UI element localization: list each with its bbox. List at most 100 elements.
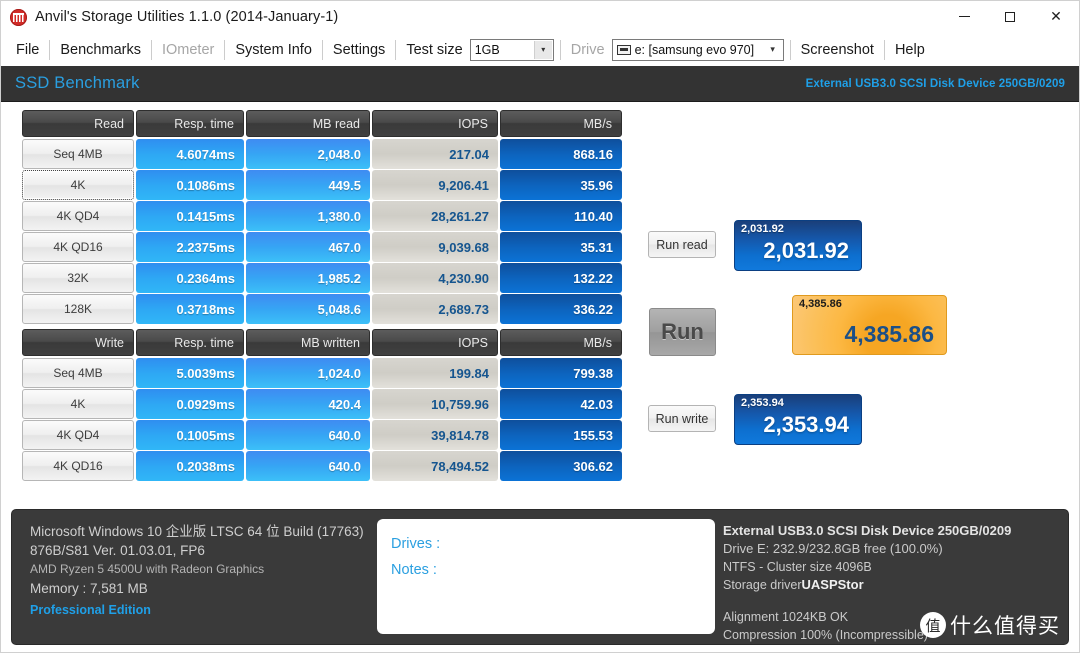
menu-divider <box>883 39 885 60</box>
read-score-small: 2,031.92 <box>741 223 784 235</box>
run-button[interactable]: Run <box>649 308 716 356</box>
write-row-mbs-3: 306.62 <box>500 451 622 481</box>
write-header-mbs: MB/s <box>500 329 622 356</box>
close-icon: ✕ <box>1050 8 1062 25</box>
read-row-mbs-0: 868.16 <box>500 139 622 169</box>
drive-select[interactable]: e: [samsung evo 970] ▾ <box>611 38 784 61</box>
menu-item-benchmarks[interactable]: Benchmarks <box>51 39 150 61</box>
read-row-label-5[interactable]: 128K <box>22 294 134 324</box>
menu-item-screenshot[interactable]: Screenshot <box>792 39 883 61</box>
table-row: 4K QD4 0.1415ms 1,380.0 28,261.27 110.40 <box>22 201 622 231</box>
read-row-label-4[interactable]: 32K <box>22 263 134 293</box>
read-header-mbs: MB/s <box>500 110 622 137</box>
menu-divider <box>789 39 791 60</box>
table-row: 4K 0.1086ms 449.5 9,206.41 35.96 <box>22 170 622 200</box>
write-row-iops-3: 78,494.52 <box>372 451 498 481</box>
benchmark-header-bar: SSD Benchmark External USB3.0 SCSI Disk … <box>1 66 1079 101</box>
storage-driver-value: UASPStor <box>801 577 864 592</box>
read-header-iops: IOPS <box>372 110 498 137</box>
table-row: 4K QD16 2.2375ms 467.0 9,039.68 35.31 <box>22 232 622 262</box>
test-size-value: 1GB <box>474 42 500 57</box>
write-row-label-1[interactable]: 4K <box>22 389 134 419</box>
anvil-app-icon <box>10 8 27 26</box>
table-row: 4K 0.0929ms 420.4 10,759.96 42.03 <box>22 389 622 419</box>
menu-item-file[interactable]: File <box>7 39 48 61</box>
drive-value: e: [samsung evo 970] <box>634 42 755 57</box>
read-row-mb-2: 1,380.0 <box>246 201 370 231</box>
chevron-down-icon[interactable]: ▾ <box>533 40 552 59</box>
read-row-resp-0: 4.6074ms <box>136 139 244 169</box>
read-row-iops-5: 2,689.73 <box>372 294 498 324</box>
write-row-mbs-0: 799.38 <box>500 358 622 388</box>
write-results-table: Write Resp. time MB written IOPS MB/s Se… <box>22 329 622 482</box>
drive-info-filesystem: NTFS - Cluster size 4096B <box>723 560 872 574</box>
write-row-iops-0: 199.84 <box>372 358 498 388</box>
table-row: Seq 4MB 4.6074ms 2,048.0 217.04 868.16 <box>22 139 622 169</box>
close-button[interactable]: ✕ <box>1033 1 1079 32</box>
drive-label: Drive <box>570 41 605 58</box>
maximize-button[interactable] <box>987 1 1033 32</box>
read-results-table: Read Resp. time MB read IOPS MB/s Seq 4M… <box>22 110 622 325</box>
table-row: 4K QD4 0.1005ms 640.0 39,814.78 155.53 <box>22 420 622 450</box>
read-row-iops-0: 217.04 <box>372 139 498 169</box>
window-controls: ✕ <box>941 1 1079 32</box>
table-row: 32K 0.2364ms 1,985.2 4,230.90 132.22 <box>22 263 622 293</box>
chevron-down-icon[interactable]: ▾ <box>764 41 782 59</box>
total-score-value: 4,385.86 <box>844 321 934 347</box>
read-header-category: Read <box>22 110 134 137</box>
write-row-mb-3: 640.0 <box>246 451 370 481</box>
read-row-resp-3: 2.2375ms <box>136 232 244 262</box>
write-table-header-row: Write Resp. time MB written IOPS MB/s <box>22 329 622 356</box>
run-write-button[interactable]: Run write <box>648 405 716 432</box>
notes-label: Notes : <box>391 562 437 578</box>
drive-info-device: External USB3.0 SCSI Disk Device 250GB/0… <box>723 523 1012 538</box>
write-header-mb-written: MB written <box>246 329 370 356</box>
read-row-mb-3: 467.0 <box>246 232 370 262</box>
window-title: Anvil's Storage Utilities 1.1.0 (2014-Ja… <box>35 9 339 25</box>
write-header-category: Write <box>22 329 134 356</box>
read-row-mbs-2: 110.40 <box>500 201 622 231</box>
minimize-icon <box>958 16 970 17</box>
system-edition: Professional Edition <box>30 603 151 617</box>
write-header-iops: IOPS <box>372 329 498 356</box>
read-row-resp-1: 0.1086ms <box>136 170 244 200</box>
minimize-button[interactable] <box>941 1 987 32</box>
device-name-header: External USB3.0 SCSI Disk Device 250GB/0… <box>805 77 1065 90</box>
drive-info-storage-driver: Storage driverUASPStor <box>723 576 1068 594</box>
menu-item-settings[interactable]: Settings <box>324 39 394 61</box>
menu-divider <box>395 39 397 60</box>
read-table-header-row: Read Resp. time MB read IOPS MB/s <box>22 110 622 137</box>
drive-info-compression: Compression 100% (Incompressible) <box>723 628 928 642</box>
write-header-resp-time: Resp. time <box>136 329 244 356</box>
read-score-value: 2,031.92 <box>763 238 849 263</box>
menu-item-system-info[interactable]: System Info <box>226 39 321 61</box>
title-bar: Anvil's Storage Utilities 1.1.0 (2014-Ja… <box>1 1 1079 33</box>
menu-divider <box>224 39 226 60</box>
storage-driver-label: Storage driver <box>723 578 802 592</box>
write-row-label-3[interactable]: 4K QD16 <box>22 451 134 481</box>
read-row-label-0[interactable]: Seq 4MB <box>22 139 134 169</box>
table-row: Seq 4MB 5.0039ms 1,024.0 199.84 799.38 <box>22 358 622 388</box>
write-row-iops-2: 39,814.78 <box>372 420 498 450</box>
read-header-resp-time: Resp. time <box>136 110 244 137</box>
write-row-label-0[interactable]: Seq 4MB <box>22 358 134 388</box>
read-row-mbs-4: 132.22 <box>500 263 622 293</box>
menu-item-help[interactable]: Help <box>886 39 934 61</box>
write-row-iops-1: 10,759.96 <box>372 389 498 419</box>
system-version: 876B/S81 Ver. 01.03.01, FP6 <box>30 543 205 558</box>
read-row-iops-1: 9,206.41 <box>372 170 498 200</box>
write-row-label-2[interactable]: 4K QD4 <box>22 420 134 450</box>
menu-bar: File Benchmarks IOmeter System Info Sett… <box>1 33 1079 66</box>
read-row-label-2[interactable]: 4K QD4 <box>22 201 134 231</box>
system-cpu: AMD Ryzen 5 4500U with Radeon Graphics <box>30 562 265 576</box>
anvil-app-window: Anvil's Storage Utilities 1.1.0 (2014-Ja… <box>0 0 1080 653</box>
notes-panel[interactable]: Drives : Notes : <box>377 519 715 634</box>
read-row-label-1[interactable]: 4K <box>22 170 134 200</box>
test-size-label: Test size <box>406 41 463 58</box>
menu-divider <box>559 39 561 60</box>
read-row-label-3[interactable]: 4K QD16 <box>22 232 134 262</box>
test-size-select[interactable]: 1GB ▾ <box>469 38 554 61</box>
run-read-button[interactable]: Run read <box>648 231 716 258</box>
read-row-mb-4: 1,985.2 <box>246 263 370 293</box>
write-row-resp-0: 5.0039ms <box>136 358 244 388</box>
